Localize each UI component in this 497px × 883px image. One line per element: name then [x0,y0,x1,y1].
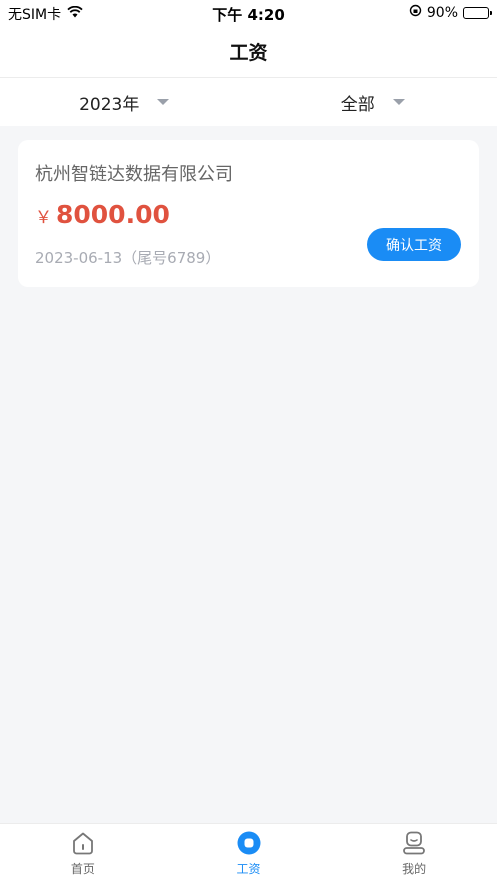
amount-value: 8000.00 [56,200,170,229]
salary-date-account: 2023-06-13（尾号6789） [35,249,221,267]
company-name: 杭州智链达数据有限公司 [35,164,233,185]
salary-card[interactable]: 杭州智链达数据有限公司 ￥ 8000.00 2023-06-13（尾号6789）… [18,140,479,287]
status-bar: 无SIM卡 下午 4:20 90% [0,0,497,26]
category-filter-label: 全部 [340,94,375,115]
nav-bar: 工资 [0,26,497,78]
page-title: 工资 [229,42,268,64]
battery-icon [463,6,492,19]
caret-down-icon [157,99,170,105]
tab-salary-label: 工资 [236,862,261,876]
home-icon [70,830,96,856]
salary-icon [236,830,262,856]
caret-down-icon [392,99,405,105]
profile-icon [401,830,427,856]
year-filter[interactable]: 2023年 [0,78,249,126]
salary-amount: ￥ 8000.00 [35,200,170,229]
confirm-salary-button[interactable]: 确认工资 [367,228,461,261]
battery-percent: 90% [426,4,458,21]
tab-profile[interactable]: 我的 [331,824,497,883]
tab-home[interactable]: 首页 [0,824,166,883]
tab-salary[interactable]: 工资 [166,824,332,883]
tab-home-label: 首页 [70,862,95,876]
year-filter-label: 2023年 [79,94,140,115]
currency-symbol: ￥ [35,208,52,228]
tab-profile-label: 我的 [402,862,427,876]
status-right: 90% [409,4,492,21]
orientation-lock-icon [409,4,422,21]
filter-bar: 2023年 全部 [0,78,497,126]
tab-bar: 首页 工资 我的 [0,823,497,883]
category-filter[interactable]: 全部 [249,78,497,126]
